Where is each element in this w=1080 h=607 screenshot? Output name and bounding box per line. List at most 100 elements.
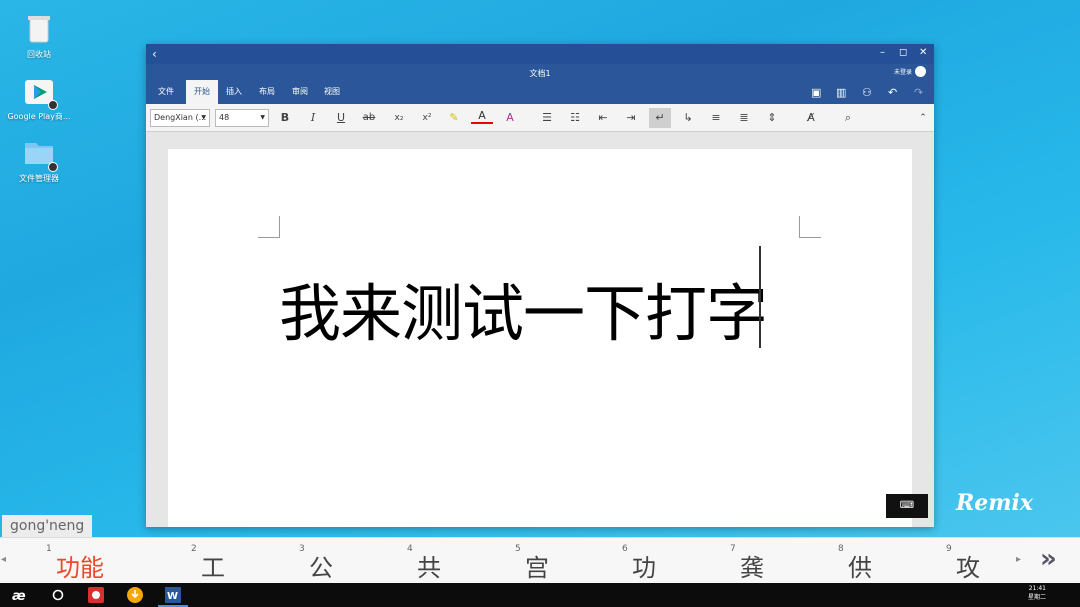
bold-icon[interactable]: B [274,108,296,128]
taskbar: æ W 21:41 星期二 [0,583,1080,607]
underline-icon[interactable]: U [330,108,352,128]
candidate-next-icon[interactable]: ▸ [1016,554,1021,565]
read-mode-icon[interactable]: ▥ [836,86,846,99]
decrease-indent-icon[interactable]: ⇤ [592,108,614,128]
candidate-text: 工 [201,554,225,582]
line-spacing-icon[interactable]: ⇕ [761,108,783,128]
tab-home[interactable]: 开始 [186,80,218,104]
account-area[interactable]: 未登录 [894,66,926,77]
document-title: 文档1 [529,69,551,78]
document-page[interactable]: 我来测试一下打字 [168,149,912,527]
ime-candidate-bar: ◂ 1 功能 2工 3公 4共 5宫 6功 7龚 8供 9攻 ▸ » [0,537,1080,583]
candidate-number: 1 [46,544,52,554]
remix-logo: Remix [956,490,1034,516]
align-justify-icon[interactable]: ≣ [733,108,755,128]
document-canvas: 我来测试一下打字 [146,132,934,527]
italic-icon[interactable]: I [302,108,324,128]
margin-mark-left [258,216,280,238]
styles-icon[interactable]: A̸ [800,108,822,128]
file-manager-shortcut[interactable]: 文件管理器 [4,136,74,184]
clock[interactable]: 21:41 星期二 [1028,584,1046,602]
tab-view[interactable]: 视图 [316,80,348,104]
recycle-bin-label: 回收站 [27,50,51,59]
save-icon[interactable]: ▣ [811,86,821,99]
trash-icon [22,12,56,46]
candidate-number: 3 [299,544,305,554]
candidate-text: 公 [309,554,333,582]
maximize-icon[interactable]: ◻ [899,47,907,58]
ribbon-tabs: 文件 开始 插入 布局 审阅 视图 ▣ ▥ ⚇ ↶ ↷ [146,80,934,104]
candidate-number: 8 [838,544,844,554]
font-size-select[interactable]: 48 ▼ [215,109,269,127]
ime-pinyin: gong'neng [2,515,93,537]
candidate-number: 6 [622,544,628,554]
align-right-icon[interactable]: ≡ [705,108,727,128]
subscript-icon[interactable]: x₂ [388,108,410,128]
close-icon[interactable]: ✕ [919,47,927,58]
show-marks-icon[interactable]: ↵ [649,108,671,128]
chevron-down-icon: ▼ [201,114,206,121]
increase-indent-icon[interactable]: ⇥ [620,108,642,128]
word-window: ‹ – ◻ ✕ 文档1 未登录 文件 开始 插入 布局 审阅 视图 ▣ ▥ ⚇ … [146,44,934,527]
bullet-list-icon[interactable]: ☰ [536,108,558,128]
remix-start-icon[interactable]: æ [10,586,28,604]
more-candidates-button[interactable]: » [1040,544,1057,574]
avatar-icon [915,66,926,77]
highlight-icon[interactable]: ✎ [443,108,465,128]
chevron-down-icon: ▼ [260,114,265,121]
title-bar: ‹ – ◻ ✕ [146,44,934,64]
document-bar: 文档1 未登录 [146,64,934,80]
candidate-number: 4 [407,544,413,554]
superscript-icon[interactable]: x² [416,108,438,128]
redo-icon[interactable]: ↷ [914,86,923,99]
keyboard-toggle-icon[interactable]: ⌨ [886,494,928,518]
candidate-number: 5 [515,544,521,554]
clock-time: 21:41 [1028,585,1046,592]
download-icon[interactable] [126,586,144,604]
collapse-ribbon-icon[interactable]: ⌃ [912,108,934,128]
tab-insert[interactable]: 插入 [218,80,250,104]
recycle-bin-shortcut[interactable]: 回收站 [4,12,74,60]
google-play-label: Google Play商... [7,112,71,121]
google-play-shortcut[interactable]: Google Play商... [4,74,74,122]
home-circle-icon[interactable] [49,586,67,604]
candidate-number: 2 [191,544,197,554]
numbered-list-icon[interactable]: ☷ [564,108,586,128]
document-body-text[interactable]: 我来测试一下打字 [279,263,768,353]
candidate-text: 功能 [56,554,104,582]
google-play-icon [22,74,58,110]
tab-layout[interactable]: 布局 [251,80,283,104]
account-status: 未登录 [893,69,912,76]
home-toolbar: DengXian (... ▼ 48 ▼ B I U ab x₂ x² ✎ A A … [146,104,934,132]
file-manager-label: 文件管理器 [19,174,59,183]
strikethrough-icon[interactable]: ab [358,108,380,128]
candidate-text: 龚 [740,554,764,582]
candidate-text: 攻 [956,554,980,582]
clock-day: 星期二 [1027,594,1046,601]
app-red-icon[interactable] [87,586,105,604]
tab-file[interactable]: 文件 [150,80,182,104]
folder-icon [22,136,58,172]
margin-mark-right [799,216,821,238]
back-arrow-icon[interactable]: ‹ [152,47,157,61]
candidate-text: 供 [848,554,872,582]
undo-icon[interactable]: ↶ [888,86,897,99]
candidate-prev-icon[interactable]: ◂ [1,554,6,565]
candidate-text: 功 [632,554,656,582]
font-color-icon[interactable]: A [471,108,493,124]
ltr-direction-icon[interactable]: ↳ [677,108,699,128]
search-icon[interactable]: ⌕ [837,108,859,128]
minimize-icon[interactable]: – [880,47,885,58]
text-cursor [759,246,761,348]
font-name-value: DengXian (... [154,113,207,122]
candidate-text: 宫 [525,554,549,582]
svg-text:W: W [167,591,178,602]
candidate-text: 共 [417,554,441,582]
font-name-select[interactable]: DengXian (... ▼ [150,109,210,127]
word-app-icon[interactable]: W [164,586,182,604]
clear-format-icon[interactable]: A [499,108,521,128]
tab-review[interactable]: 审阅 [284,80,316,104]
font-size-value: 48 [219,113,230,122]
candidate-number: 9 [946,544,952,554]
share-icon[interactable]: ⚇ [862,86,872,99]
